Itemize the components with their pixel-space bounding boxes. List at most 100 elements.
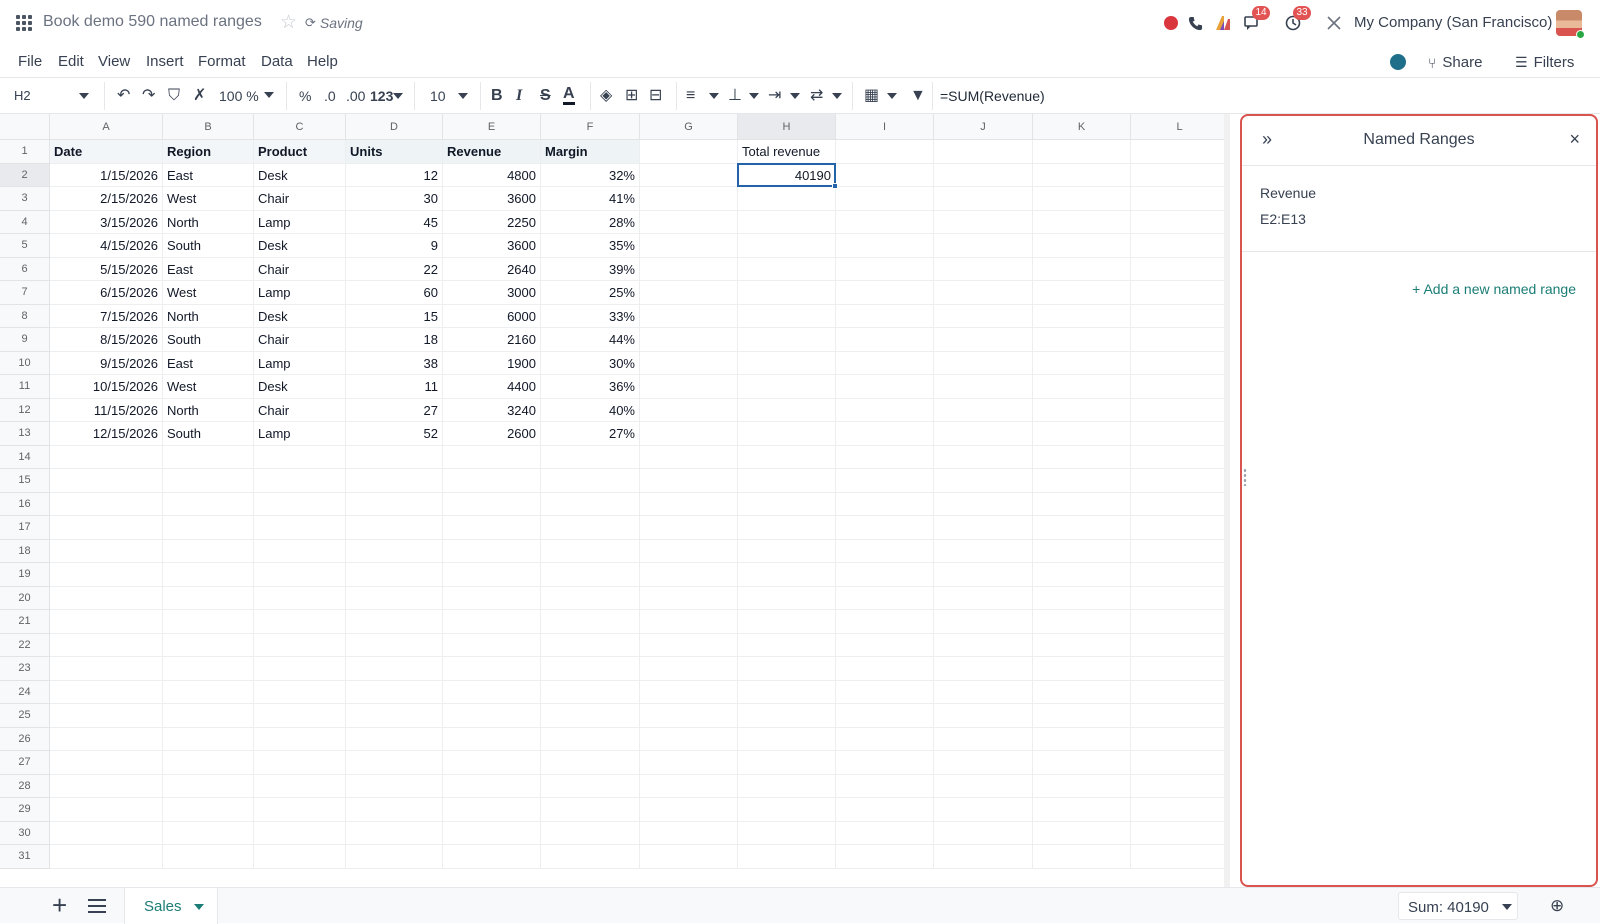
cell[interactable] [738, 422, 836, 446]
cell[interactable]: 38 [346, 351, 443, 375]
cell[interactable] [738, 798, 836, 822]
cell[interactable] [836, 845, 934, 869]
cell[interactable] [254, 774, 346, 798]
cell[interactable] [1131, 634, 1224, 657]
row-header[interactable]: 23 [0, 657, 50, 681]
wrap-text-dropdown-icon[interactable] [790, 93, 800, 99]
cell[interactable] [640, 304, 738, 328]
cell[interactable]: Lamp [254, 210, 346, 234]
row-header[interactable]: 19 [0, 563, 50, 587]
zoom-select[interactable]: 100 % [219, 88, 259, 104]
cell[interactable] [254, 727, 346, 751]
cell[interactable] [443, 469, 541, 493]
zoom-dropdown-icon[interactable] [264, 92, 274, 98]
cell[interactable]: 7/15/2026 [50, 304, 163, 328]
filters-button[interactable]: ☰ Filters [1515, 54, 1574, 71]
cell[interactable] [1131, 164, 1224, 187]
cell[interactable] [541, 563, 640, 587]
cell[interactable] [163, 633, 254, 657]
wrap-text-icon[interactable]: ⇥ [768, 86, 781, 106]
cell[interactable]: 32% [541, 163, 640, 187]
cell[interactable] [346, 539, 443, 563]
cell[interactable] [541, 657, 640, 681]
cell[interactable] [836, 375, 934, 399]
cell[interactable] [934, 187, 1033, 211]
column-header-l[interactable]: L [1131, 114, 1224, 140]
cell[interactable] [836, 586, 934, 610]
cell[interactable] [738, 680, 836, 704]
row-header[interactable]: 18 [0, 539, 50, 563]
cell[interactable] [1131, 493, 1224, 516]
vertical-align-icon[interactable]: ⊥ [728, 86, 742, 106]
cell[interactable]: East [163, 257, 254, 281]
cell[interactable] [163, 845, 254, 869]
cell[interactable]: 4800 [443, 163, 541, 187]
cell[interactable]: West [163, 375, 254, 399]
cell[interactable] [346, 657, 443, 681]
row-header[interactable]: 8 [0, 304, 50, 328]
data-statistics-icon[interactable]: ⊕ [1550, 896, 1564, 916]
column-header-j[interactable]: J [934, 114, 1033, 140]
row-header[interactable]: 21 [0, 610, 50, 634]
column-header-a[interactable]: A [50, 114, 163, 140]
insert-table-dropdown-icon[interactable] [887, 93, 897, 99]
menu-insert[interactable]: Insert [146, 53, 184, 70]
cell[interactable]: 8/15/2026 [50, 328, 163, 352]
ai-icon[interactable] [1213, 12, 1235, 34]
cell[interactable] [1131, 563, 1224, 587]
cell[interactable] [1033, 563, 1131, 587]
cell[interactable] [738, 821, 836, 845]
cell[interactable] [1033, 351, 1131, 375]
document-title[interactable]: Book demo 590 named ranges [43, 13, 262, 31]
cell[interactable] [50, 563, 163, 587]
cell[interactable] [738, 563, 836, 587]
cell[interactable]: Margin [541, 140, 640, 164]
cell[interactable] [836, 304, 934, 328]
globe-icon[interactable] [1390, 54, 1406, 70]
cell[interactable]: 33% [541, 304, 640, 328]
redo-icon[interactable]: ↷ [142, 86, 155, 106]
cell[interactable] [1033, 304, 1131, 328]
cell[interactable] [443, 657, 541, 681]
menu-view[interactable]: View [98, 53, 130, 70]
cell[interactable] [254, 516, 346, 540]
cell[interactable] [836, 281, 934, 305]
cell[interactable] [1131, 540, 1224, 563]
vertical-scrollbar[interactable] [1224, 114, 1230, 887]
cell[interactable] [443, 774, 541, 798]
cell[interactable] [1131, 704, 1224, 728]
font-size-select[interactable]: 10 [430, 88, 446, 104]
cell[interactable] [640, 704, 738, 728]
column-header-b[interactable]: B [163, 114, 254, 140]
cell[interactable] [1033, 163, 1131, 187]
cell[interactable] [738, 610, 836, 634]
cell[interactable]: 1900 [443, 351, 541, 375]
cell[interactable] [934, 398, 1033, 422]
cell[interactable] [443, 492, 541, 516]
cell[interactable]: Lamp [254, 422, 346, 446]
cell[interactable]: 3600 [443, 187, 541, 211]
undo-icon[interactable]: ↶ [117, 86, 130, 106]
cell[interactable]: Desk [254, 234, 346, 258]
fill-color-icon[interactable]: ◈ [600, 86, 612, 106]
cell[interactable] [934, 610, 1033, 634]
cell[interactable] [346, 610, 443, 634]
menu-file[interactable]: File [18, 53, 42, 70]
cell[interactable] [443, 798, 541, 822]
cell[interactable]: 27% [541, 422, 640, 446]
cell[interactable] [1033, 774, 1131, 798]
cell[interactable] [640, 798, 738, 822]
cell[interactable] [50, 469, 163, 493]
cell[interactable] [934, 774, 1033, 798]
cell[interactable]: Desk [254, 163, 346, 187]
cell[interactable] [1033, 633, 1131, 657]
cell[interactable] [443, 586, 541, 610]
cell[interactable] [541, 516, 640, 540]
cell[interactable] [1131, 798, 1224, 822]
cell[interactable] [346, 798, 443, 822]
cell[interactable]: 41% [541, 187, 640, 211]
column-header-f[interactable]: F [541, 114, 640, 140]
share-button[interactable]: ⑂ Share [1428, 54, 1482, 71]
cell[interactable]: Chair [254, 187, 346, 211]
cell[interactable] [1033, 539, 1131, 563]
